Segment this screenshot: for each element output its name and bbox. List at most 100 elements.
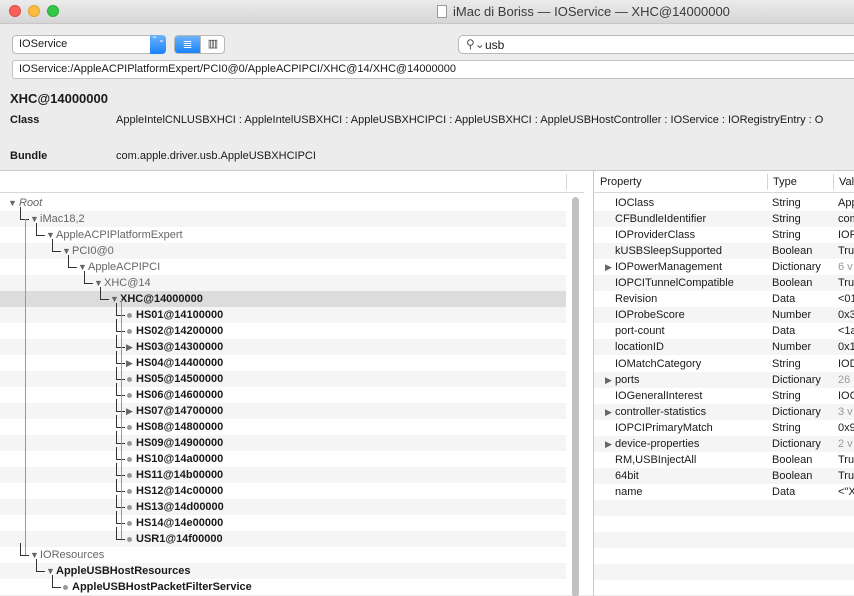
tree-row[interactable]: ▼ AppleUSBHostResources — [0, 559, 566, 579]
property-value: Tru — [838, 469, 854, 482]
property-row[interactable]: RM,USBInjectAll Boolean Tru — [594, 452, 854, 468]
property-row[interactable] — [594, 532, 854, 549]
disclosure-closed-icon[interactable]: ▶ — [126, 403, 133, 419]
chevron-updown-icon[interactable]: ⌃⌄ — [150, 35, 166, 54]
tree-row[interactable]: HS10@14a00000 — [0, 447, 566, 467]
column-type[interactable]: Type — [773, 176, 797, 188]
property-row[interactable]: locationID Number 0x1 — [594, 339, 854, 356]
tree-connector — [68, 255, 77, 268]
property-type: Data — [772, 485, 796, 498]
property-row[interactable]: ▶ device-properties Dictionary 2 v — [594, 435, 854, 452]
tree-guide-line — [25, 219, 26, 555]
tree-row[interactable]: ▼ iMac18,2 — [0, 207, 566, 227]
close-button[interactable] — [9, 5, 21, 17]
column-view-icon[interactable]: ▥ — [200, 36, 224, 53]
property-row[interactable]: Revision Data <01 — [594, 291, 854, 307]
search-input[interactable]: usb — [485, 38, 504, 52]
tree-row[interactable]: ▼ XHC@14000000 — [0, 287, 566, 307]
disclosure-closed-icon[interactable]: ▶ — [126, 355, 133, 371]
list-view-icon[interactable]: ≣ — [175, 36, 200, 53]
tree-row-label: HS11@14b00000 — [136, 469, 224, 481]
column-property[interactable]: Property — [600, 176, 642, 188]
tree-row[interactable]: HS06@14600000 — [0, 383, 566, 403]
bundle-value: com.apple.driver.usb.AppleUSBXHCIPCI — [116, 150, 316, 162]
property-row[interactable]: port-count Data <1a — [594, 323, 854, 339]
tree-row[interactable]: ▶ HS07@14700000 — [0, 399, 566, 419]
property-row[interactable]: CFBundleIdentifier String com — [594, 211, 854, 228]
property-row[interactable]: IOProviderClass String IOP — [594, 227, 854, 243]
tree-row[interactable]: ▼ Root — [0, 195, 566, 211]
tree-row[interactable]: HS11@14b00000 — [0, 463, 566, 483]
property-row[interactable]: IOPCIPrimaryMatch String 0x9 — [594, 420, 854, 436]
tree-row[interactable]: ▶ HS03@14300000 — [0, 335, 566, 355]
tree-row[interactable]: ▶ HS04@14400000 — [0, 351, 566, 371]
disclosure-closed-icon[interactable]: ▶ — [605, 372, 612, 388]
tree-row-label: HS06@14600000 — [136, 389, 224, 401]
zoom-button[interactable] — [47, 5, 59, 17]
tree-row[interactable]: HS13@14d00000 — [0, 495, 566, 515]
plane-select-value: IOService — [19, 38, 68, 50]
property-value: 0x1 — [838, 341, 854, 354]
title-bar: iMac di Boriss — IOService — XHC@1400000… — [0, 0, 854, 24]
registry-tree[interactable]: ▼ Root ▼ iMac18,2 ▼ AppleACPIPlatformExpert ▼ P… — [0, 171, 584, 596]
leaf-dot-icon — [127, 505, 132, 510]
tree-row[interactable]: HS08@14800000 — [0, 415, 566, 435]
minimize-button[interactable] — [28, 5, 40, 17]
tree-guide-line — [121, 299, 122, 539]
search-field[interactable]: ⚲⌄ usb — [458, 35, 854, 54]
tree-row[interactable]: HS01@14100000 — [0, 303, 566, 323]
property-row[interactable] — [594, 564, 854, 581]
registry-path-field[interactable]: IOService:/AppleACPIPlatformExpert/PCI0@… — [12, 60, 854, 79]
view-mode-control[interactable]: ≣ ▥ — [174, 35, 225, 54]
tree-row[interactable]: HS12@14c00000 — [0, 479, 566, 499]
property-row[interactable]: IOClass String App — [594, 195, 854, 211]
tree-row[interactable]: HS02@14200000 — [0, 319, 566, 339]
property-row[interactable]: 64bit Boolean Tru — [594, 467, 854, 484]
tree-row-label: XHC@14 — [104, 277, 151, 289]
property-row[interactable]: IOGeneralInterest String IOC — [594, 388, 854, 404]
property-row[interactable]: ▶ IOPowerManagement Dictionary 6 v — [594, 259, 854, 275]
disclosure-closed-icon[interactable]: ▶ — [126, 339, 133, 355]
disclosure-open-icon[interactable]: ▼ — [8, 195, 17, 211]
tree-scrollbar[interactable] — [570, 195, 581, 596]
property-row[interactable] — [594, 516, 854, 532]
properties-table[interactable]: Property Type Val IOClass String App CFBund… — [593, 171, 854, 596]
property-name: CFBundleIdentifier — [615, 213, 707, 226]
property-name: RM,USBInjectAll — [615, 453, 697, 466]
property-row[interactable]: kUSBSleepSupported Boolean Tru — [594, 243, 854, 260]
tree-row[interactable]: ▼ XHC@14 — [0, 271, 566, 291]
tree-row[interactable]: HS09@14900000 — [0, 431, 566, 451]
property-name: name — [615, 485, 643, 498]
tree-row[interactable]: ▼ IOResources — [0, 543, 566, 563]
property-row[interactable]: ▶ ports Dictionary 26 — [594, 371, 854, 388]
tree-connector — [52, 239, 61, 252]
property-row[interactable] — [594, 548, 854, 564]
class-row: Class AppleIntelCNLUSBXHCI : AppleIntelUS… — [10, 114, 823, 126]
tree-row-label: HS09@14900000 — [136, 437, 224, 449]
property-row[interactable] — [594, 499, 854, 516]
tree-connector — [36, 223, 45, 236]
property-value: <1a — [838, 325, 854, 338]
disclosure-closed-icon[interactable]: ▶ — [605, 404, 612, 420]
property-name: port-count — [615, 325, 665, 338]
property-row[interactable]: IOMatchCategory String IOD — [594, 356, 854, 372]
tree-row[interactable]: ▼ AppleACPIPlatformExpert — [0, 223, 566, 243]
property-row[interactable] — [594, 580, 854, 596]
plane-select[interactable]: IOService ⌃⌄ — [12, 35, 166, 54]
tree-row-label: HS13@14d00000 — [136, 501, 224, 513]
tree-row[interactable]: HS05@14500000 — [0, 367, 566, 387]
tree-row[interactable]: HS14@14e00000 — [0, 511, 566, 531]
property-row[interactable]: ▶ controller-statistics Dictionary 3 v — [594, 403, 854, 420]
scrollbar-thumb[interactable] — [572, 197, 579, 596]
bundle-row: Bundle com.apple.driver.usb.AppleUSBXHCIP… — [10, 150, 316, 162]
tree-row[interactable]: ▼ PCI0@0 — [0, 239, 566, 259]
property-row[interactable]: name Data <"X — [594, 484, 854, 500]
tree-row[interactable]: AppleUSBHostPacketFilterService — [0, 575, 566, 595]
disclosure-closed-icon[interactable]: ▶ — [605, 436, 612, 452]
property-row[interactable]: IOPCITunnelCompatible Boolean Tru — [594, 275, 854, 292]
disclosure-closed-icon[interactable]: ▶ — [605, 259, 612, 275]
column-value[interactable]: Val — [839, 176, 854, 188]
property-row[interactable]: IOProbeScore Number 0x3 — [594, 307, 854, 324]
tree-row-label: HS14@14e00000 — [136, 517, 224, 529]
tree-row[interactable]: USR1@14f00000 — [0, 527, 566, 547]
